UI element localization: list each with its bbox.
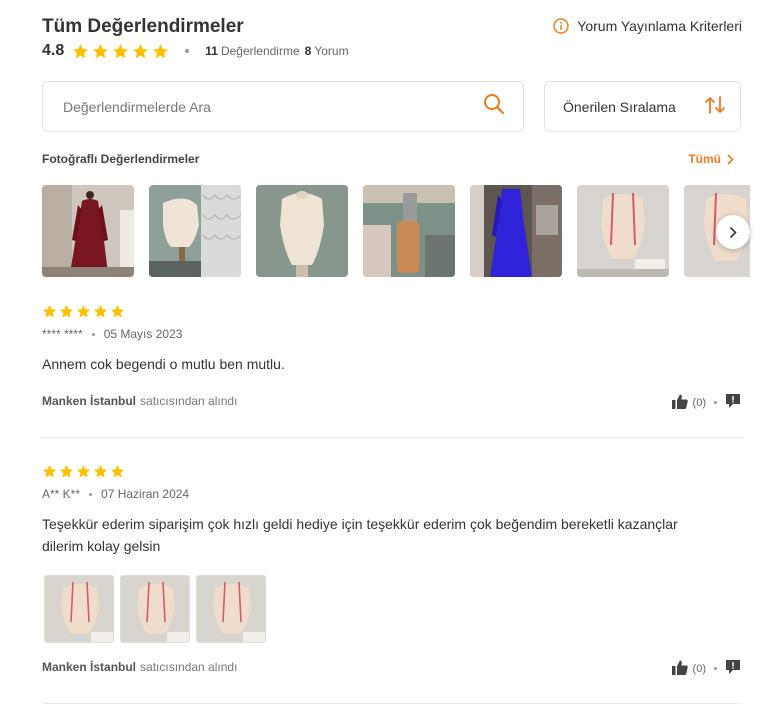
review-meta: A** K** 07 Haziran 2024 — [42, 487, 741, 501]
star-icon — [153, 43, 169, 58]
photo-thumbnail[interactable] — [470, 185, 562, 277]
review-divider — [42, 437, 741, 438]
criteria-label: Yorum Yayınlama Kriterleri — [577, 18, 742, 34]
photo-reviews-header: Fotoğraflı Değerlendirmeler Tümü — [42, 152, 734, 166]
star-icon — [110, 464, 125, 478]
like-count: (0) — [692, 396, 706, 409]
review-text: Annem cok begendi o mutlu ben mutlu. — [42, 356, 285, 372]
review-author: **** **** — [42, 327, 83, 341]
review-text: Teşekkür ederim siparişim çok hızlı geld… — [42, 516, 678, 554]
report-icon[interactable] — [725, 393, 741, 412]
average-score: 4.8 — [42, 42, 65, 59]
photo-carousel — [42, 185, 750, 277]
review-stars — [42, 464, 741, 479]
report-icon[interactable] — [725, 659, 741, 678]
search-icon[interactable] — [483, 93, 505, 120]
photo-thumbnail[interactable] — [149, 185, 241, 277]
seller-suffix: satıcısından alındı — [140, 394, 238, 408]
review-date: 07 Haziran 2024 — [101, 487, 190, 501]
review-photo[interactable] — [120, 575, 190, 643]
review-seller: Manken İstanbul satıcısından alındı — [42, 394, 237, 408]
seller-name[interactable]: Manken İstanbul — [42, 394, 136, 408]
review-search-box — [42, 81, 524, 132]
photo-reviews-title: Fotoğraflı Değerlendirmeler — [42, 152, 200, 166]
page-title: Tüm Değerlendirmeler — [42, 16, 244, 37]
photo-thumbnail[interactable] — [577, 185, 669, 277]
review-photo[interactable] — [196, 575, 266, 643]
photo-thumbnail[interactable] — [256, 185, 348, 277]
rating-summary: 4.8 11 Değerlendirme 8 Yorum — [42, 42, 349, 60]
separator-dot — [714, 667, 717, 670]
review-meta: **** **** 05 Mayıs 2023 — [42, 327, 741, 341]
thumbs-up-icon[interactable] — [671, 660, 688, 678]
photo-thumbnail[interactable] — [42, 185, 134, 277]
summary-stars — [72, 43, 169, 60]
star-icon — [76, 464, 91, 478]
sort-dropdown[interactable]: Önerilen Sıralama — [544, 81, 741, 132]
star-icon — [110, 304, 125, 318]
star-icon — [42, 464, 57, 478]
carousel-next-button[interactable] — [716, 215, 750, 249]
review-seller: Manken İstanbul satıcısından alındı — [42, 660, 237, 674]
separator-dot — [89, 492, 93, 496]
separator-dot — [91, 332, 95, 336]
see-all-link[interactable]: Tümü — [688, 152, 734, 166]
like-count: (0) — [692, 662, 706, 675]
review-photo[interactable] — [44, 575, 114, 643]
star-icon — [76, 304, 91, 318]
chevron-right-icon — [727, 153, 734, 165]
sort-icon — [704, 95, 726, 118]
seller-suffix: satıcısından alındı — [140, 660, 238, 674]
sort-label: Önerilen Sıralama — [563, 98, 676, 115]
comment-count: 8 Yorum — [304, 44, 349, 58]
info-icon — [553, 18, 569, 34]
review-item: A** K** 07 Haziran 2024 Teşekkür ederim … — [42, 464, 741, 557]
star-icon — [42, 304, 57, 318]
separator-dot — [714, 401, 717, 404]
seller-name[interactable]: Manken İstanbul — [42, 660, 136, 674]
photo-thumbnail[interactable] — [363, 185, 455, 277]
star-icon — [59, 304, 74, 318]
review-stars — [42, 304, 741, 319]
star-icon — [93, 464, 108, 478]
star-icon — [133, 43, 149, 58]
criteria-link[interactable]: Yorum Yayınlama Kriterleri — [553, 18, 742, 34]
separator-dot — [185, 49, 190, 53]
review-date: 05 Mayıs 2023 — [103, 327, 183, 341]
star-icon — [73, 43, 89, 58]
review-divider — [42, 703, 741, 704]
star-icon — [59, 464, 74, 478]
star-icon — [93, 304, 108, 318]
thumbs-up-icon[interactable] — [671, 394, 688, 412]
star-icon — [113, 43, 129, 58]
star-icon — [93, 43, 109, 58]
chevron-right-icon — [729, 226, 737, 238]
review-search-input[interactable] — [61, 97, 483, 116]
review-actions: (0) — [671, 659, 741, 678]
review-actions: (0) — [671, 393, 741, 412]
review-author: A** K** — [42, 487, 81, 501]
rating-count: 11 Değerlendirme — [205, 44, 300, 58]
review-item: **** **** 05 Mayıs 2023 Annem cok begend… — [42, 304, 741, 375]
